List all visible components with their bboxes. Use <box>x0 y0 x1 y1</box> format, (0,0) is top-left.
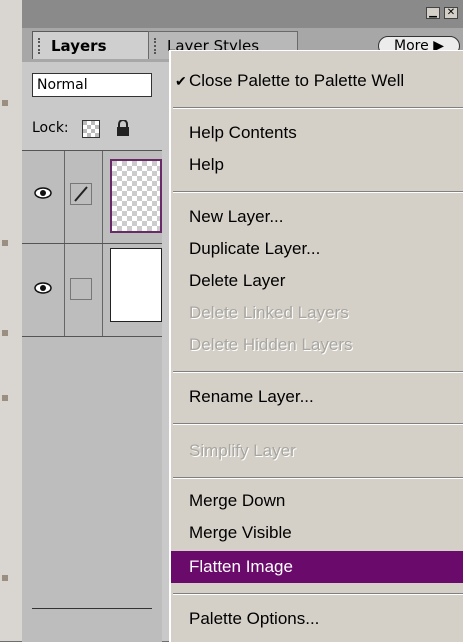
minimize-icon: ▁ <box>429 7 437 18</box>
layer-list <box>22 150 162 642</box>
menu-item-label: Delete Layer <box>189 271 286 290</box>
menu-item-label: Simplify Layer <box>189 441 296 460</box>
layer-thumbnail[interactable] <box>110 159 162 233</box>
layer-link-box[interactable] <box>70 278 92 300</box>
menu-item-help-contents[interactable]: Help Contents <box>171 117 463 149</box>
menu-item-label: Merge Visible <box>189 523 292 542</box>
brush-glyph <box>74 186 88 202</box>
tab-layers-label: Layers <box>51 37 107 55</box>
layer-thumbnail[interactable] <box>110 248 162 322</box>
column-divider <box>102 151 103 243</box>
menu-item-label: Delete Linked Layers <box>189 303 349 322</box>
edge-detail <box>2 575 8 581</box>
lock-label: Lock: <box>32 120 69 136</box>
edge-detail <box>2 330 8 336</box>
minimize-button[interactable]: ▁ <box>426 7 440 19</box>
menu-item-close-palette[interactable]: ✔ Close Palette to Palette Well <box>171 65 463 97</box>
menu-separator <box>173 423 463 425</box>
menu-item-rename-layer[interactable]: Rename Layer... <box>171 381 463 413</box>
tab-grip-icon[interactable] <box>154 38 162 54</box>
close-icon: ✕ <box>446 7 456 18</box>
edge-detail <box>2 395 8 401</box>
menu-item-delete-hidden-layers[interactable]: Delete Hidden Layers <box>171 329 463 361</box>
brush-icon[interactable] <box>70 183 92 205</box>
menu-separator <box>173 107 463 109</box>
menu-item-label: Help Contents <box>189 123 297 142</box>
close-button[interactable]: ✕ <box>444 7 458 19</box>
transparency-lock-icon[interactable] <box>82 120 100 138</box>
menu-item-help[interactable]: Help <box>171 149 463 181</box>
eye-icon[interactable] <box>34 282 52 294</box>
menu-item-label: Palette Options... <box>189 609 320 628</box>
menu-item-flatten-image[interactable]: Flatten Image <box>171 551 463 583</box>
column-divider <box>102 244 103 336</box>
menu-item-label: Flatten Image <box>189 557 293 576</box>
menu-item-merge-down[interactable]: Merge Down <box>171 485 463 517</box>
menu-item-label: New Layer... <box>189 207 284 226</box>
menu-item-delete-linked-layers[interactable]: Delete Linked Layers <box>171 297 463 329</box>
more-options-menu: ✔ Close Palette to Palette Well Help Con… <box>169 50 463 642</box>
menu-item-label: Delete Hidden Layers <box>189 335 353 354</box>
layer-row[interactable] <box>22 151 162 244</box>
menu-item-label: Merge Down <box>189 491 286 510</box>
menu-separator <box>173 477 463 479</box>
column-divider <box>64 244 65 336</box>
tab-layers[interactable]: Layers <box>32 31 150 59</box>
checkmark-icon: ✔ <box>175 73 187 89</box>
menu-separator <box>173 191 463 193</box>
blend-mode-select[interactable]: Normal <box>32 73 152 97</box>
background-app-edge <box>0 0 23 641</box>
menu-item-new-layer[interactable]: New Layer... <box>171 201 463 233</box>
menu-item-duplicate-layer[interactable]: Duplicate Layer... <box>171 233 463 265</box>
menu-item-simplify-layer[interactable]: Simplify Layer <box>171 435 463 467</box>
menu-item-label: Duplicate Layer... <box>189 239 321 258</box>
edge-detail <box>2 100 8 106</box>
lock-row: Lock: <box>22 112 162 148</box>
menu-separator <box>173 371 463 373</box>
menu-item-label: Help <box>189 155 224 174</box>
layers-palette: ▁ ✕ Layers Layer Styles More ▶ Normal Lo… <box>22 0 463 642</box>
edge-detail <box>2 240 8 246</box>
layer-row[interactable] <box>22 244 162 337</box>
eye-icon[interactable] <box>34 187 52 199</box>
lock-icon[interactable] <box>116 120 130 136</box>
menu-item-palette-options[interactable]: Palette Options... <box>171 603 463 635</box>
menu-item-label: Rename Layer... <box>189 387 314 406</box>
menu-item-merge-visible[interactable]: Merge Visible <box>171 517 463 549</box>
menu-item-label: Close Palette to Palette Well <box>189 71 405 90</box>
menu-separator <box>173 593 463 595</box>
menu-item-delete-layer[interactable]: Delete Layer <box>171 265 463 297</box>
palette-bottom-divider <box>32 608 152 609</box>
column-divider <box>64 151 65 243</box>
palette-titlebar: ▁ ✕ <box>22 0 463 28</box>
tab-grip-icon[interactable] <box>38 38 46 54</box>
